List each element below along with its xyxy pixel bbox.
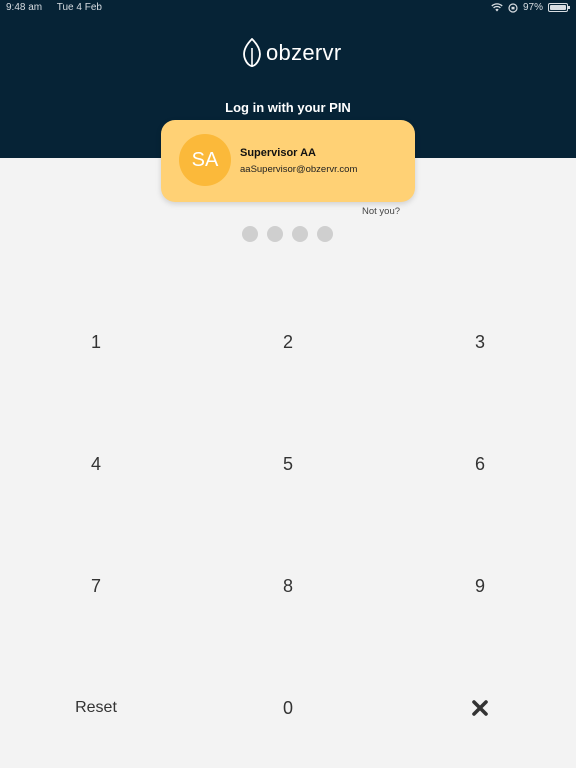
pin-dot xyxy=(292,226,308,242)
pin-indicator xyxy=(242,226,333,242)
pin-dot xyxy=(317,226,333,242)
battery-level xyxy=(550,5,566,10)
close-icon xyxy=(472,700,488,716)
status-bar: 9:48 am Tue 4 Feb 97% xyxy=(0,0,576,16)
status-date: Tue 4 Feb xyxy=(56,2,102,13)
key-6[interactable]: 6 xyxy=(420,442,540,486)
key-8[interactable]: 8 xyxy=(228,564,348,608)
battery-percent: 97% xyxy=(522,2,543,13)
orientation-lock-icon xyxy=(508,2,518,13)
leaf-icon xyxy=(243,38,261,67)
key-5[interactable]: 5 xyxy=(228,442,348,486)
reset-button[interactable]: Reset xyxy=(36,686,156,730)
not-you-link[interactable]: Not you? xyxy=(362,206,400,217)
brand-name: obzervr xyxy=(266,40,342,65)
user-email: aaSupervisor@obzervr.com xyxy=(240,164,358,175)
delete-button[interactable] xyxy=(420,686,540,730)
pin-dot xyxy=(267,226,283,242)
key-9[interactable]: 9 xyxy=(420,564,540,608)
key-2[interactable]: 2 xyxy=(228,320,348,364)
status-time: 9:48 am xyxy=(6,2,43,13)
status-left: 9:48 am Tue 4 Feb xyxy=(6,2,114,13)
login-title: Log in with your PIN xyxy=(225,100,351,115)
key-3[interactable]: 3 xyxy=(420,320,540,364)
battery-icon xyxy=(548,3,570,12)
avatar: SA xyxy=(179,134,231,186)
wifi-icon xyxy=(491,3,503,12)
status-right: 97% xyxy=(491,2,570,13)
key-1[interactable]: 1 xyxy=(36,320,156,364)
key-7[interactable]: 7 xyxy=(36,564,156,608)
user-card: SA Supervisor AA aaSupervisor@obzervr.co… xyxy=(161,120,415,202)
key-4[interactable]: 4 xyxy=(36,442,156,486)
key-0[interactable]: 0 xyxy=(228,686,348,730)
user-name: Supervisor AA xyxy=(240,147,317,159)
app-logo: obzervr xyxy=(242,36,341,70)
pin-dot xyxy=(242,226,258,242)
